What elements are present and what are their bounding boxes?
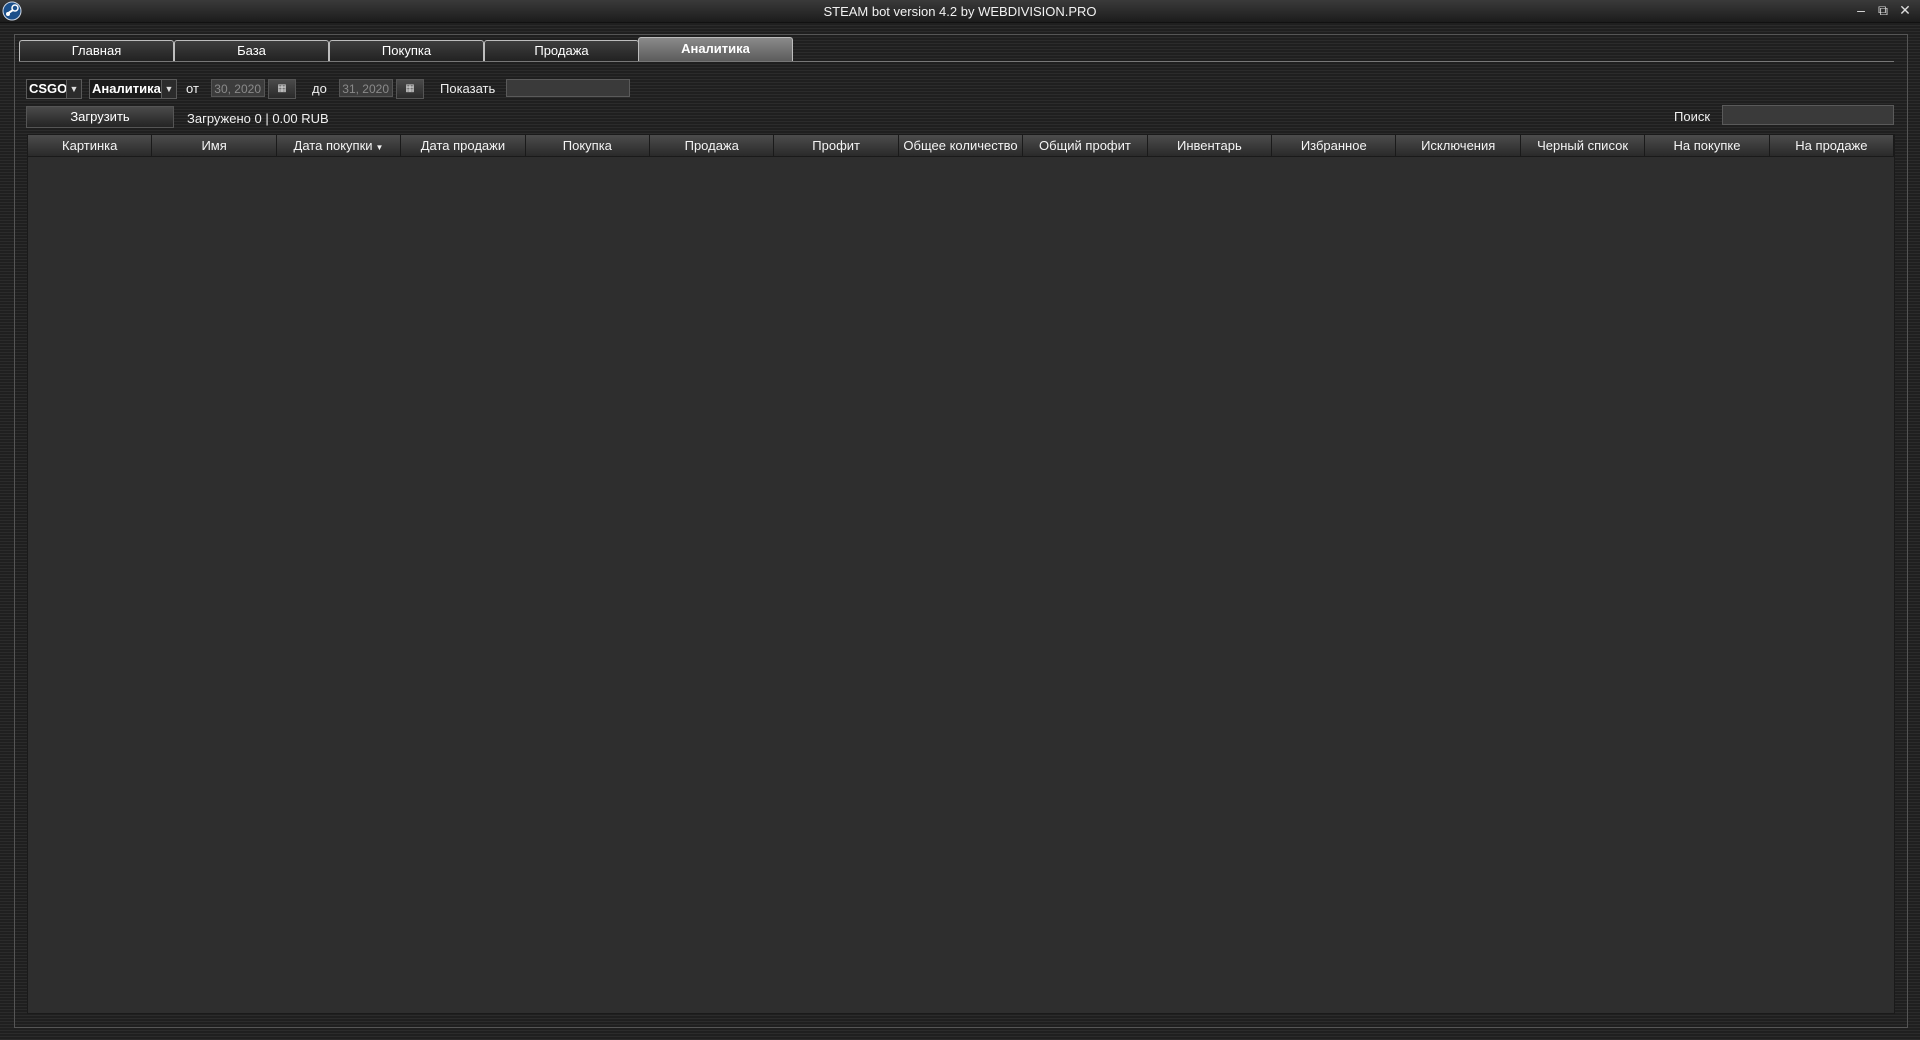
table-header: Картинка Имя Дата покупки ▼ Дата продажи … [28, 135, 1895, 157]
minimize-button[interactable]: – [1852, 1, 1870, 19]
to-label: до [312, 81, 327, 96]
column-header-purchase[interactable]: Покупка [525, 135, 651, 157]
tab-sale[interactable]: Продажа [484, 40, 639, 61]
column-header-favorites[interactable]: Избранное [1272, 135, 1397, 157]
column-header-total-quantity[interactable]: Общее количество [898, 135, 1024, 157]
search-label: Поиск [1674, 109, 1711, 124]
mode-select-value: Аналитика [92, 81, 161, 96]
title-bar: STEAM bot version 4.2 by WEBDIVISION.PRO… [0, 0, 1920, 23]
show-input[interactable] [506, 79, 630, 97]
from-date-field[interactable]: 30, 2020 [211, 79, 265, 97]
calendar-icon[interactable]: ▦ [396, 79, 424, 99]
column-header-purchase-date[interactable]: Дата покупки ▼ [276, 135, 402, 157]
column-header-sale[interactable]: Продажа [650, 135, 775, 157]
column-header-inventory[interactable]: Инвентарь [1147, 135, 1273, 157]
column-header-total-profit[interactable]: Общий профит [1023, 135, 1148, 157]
from-label: от [186, 81, 199, 96]
tab-main[interactable]: Главная [19, 40, 174, 61]
column-header-image[interactable]: Картинка [28, 135, 153, 157]
tab-strip-divider [19, 61, 1894, 62]
analytics-table[interactable]: Картинка Имя Дата покупки ▼ Дата продажи … [27, 134, 1895, 1014]
load-button[interactable]: Загрузить [26, 106, 174, 128]
calendar-icon[interactable]: ▦ [268, 79, 296, 99]
column-header-exclusions[interactable]: Исключения [1396, 135, 1521, 157]
show-label: Показать [440, 81, 496, 96]
to-date-field[interactable]: 31, 2020 [339, 79, 393, 97]
game-select[interactable]: CSGO ▼ [26, 79, 82, 99]
column-header-blacklist[interactable]: Черный список [1520, 135, 1646, 157]
column-header-on-sale[interactable]: На продаже [1769, 135, 1895, 157]
close-button[interactable]: ✕ [1896, 1, 1914, 19]
search-input[interactable] [1722, 105, 1894, 125]
chevron-down-icon: ▼ [66, 80, 81, 98]
column-header-on-purchase[interactable]: На покупке [1645, 135, 1770, 157]
game-select-value: CSGO [29, 81, 68, 96]
column-header-name[interactable]: Имя [152, 135, 277, 157]
tab-base[interactable]: База [174, 40, 329, 61]
load-status: Загружено 0 | 0.00 RUB [187, 111, 329, 126]
window-title: STEAM bot version 4.2 by WEBDIVISION.PRO [823, 4, 1097, 19]
column-header-sale-date[interactable]: Дата продажи [401, 135, 526, 157]
sort-desc-icon: ▼ [375, 143, 384, 152]
tab-analytics[interactable]: Аналитика [638, 37, 793, 62]
restore-button[interactable]: ⧉ [1874, 1, 1892, 19]
column-header-purchase-date-label: Дата покупки [293, 138, 373, 153]
chevron-down-icon: ▼ [161, 80, 176, 98]
mode-select[interactable]: Аналитика ▼ [89, 79, 177, 99]
column-header-profit[interactable]: Профит [774, 135, 899, 157]
tab-purchase[interactable]: Покупка [329, 40, 484, 61]
